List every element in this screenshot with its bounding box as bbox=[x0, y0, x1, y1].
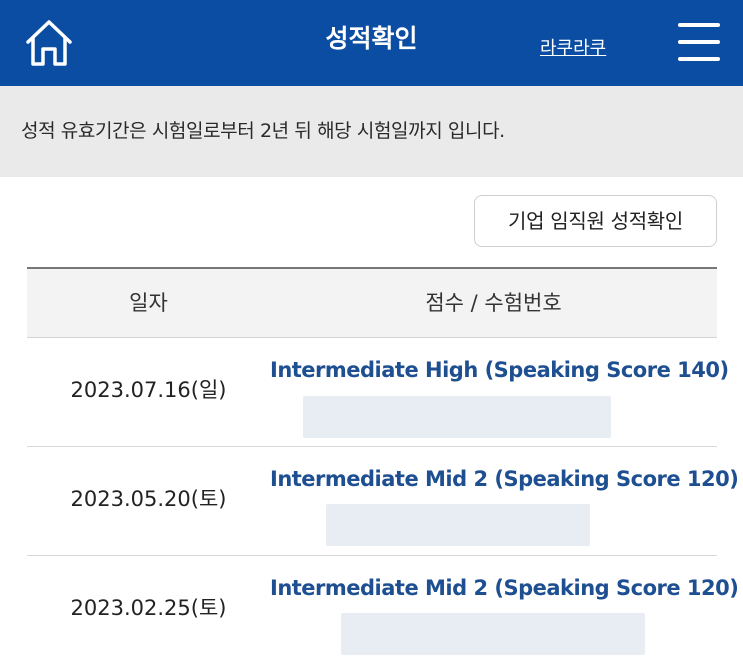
table-row: 2023.02.25(토) Intermediate Mid 2 (Speaki… bbox=[27, 556, 739, 659]
table-header: 일자 점수 / 수험번호 bbox=[27, 267, 717, 338]
redacted-test-number bbox=[326, 504, 590, 546]
redacted-test-number bbox=[341, 613, 645, 655]
test-date: 2023.07.16(일) bbox=[70, 378, 227, 402]
menu-line bbox=[678, 57, 720, 61]
top-app-bar: 성적확인 라쿠라쿠 bbox=[0, 0, 743, 86]
redacted-test-number bbox=[303, 396, 611, 438]
table-row: 2023.07.16(일) Intermediate High (Speakin… bbox=[27, 338, 729, 447]
corporate-score-check-button[interactable]: 기업 임직원 성적확인 bbox=[474, 195, 717, 247]
page-title: 성적확인 bbox=[325, 24, 418, 53]
column-header-score: 점수 / 수험번호 bbox=[425, 291, 562, 315]
hamburger-menu-icon[interactable] bbox=[678, 23, 720, 61]
validity-notice: 성적 유효기간은 시험일로부터 2년 뒤 해당 시험일까지 입니다. bbox=[0, 86, 743, 177]
home-button[interactable] bbox=[22, 18, 76, 68]
score-table: 일자 점수 / 수험번호 2023.07.16(일) Intermediate … bbox=[27, 267, 739, 659]
menu-line bbox=[678, 40, 720, 44]
menu-line bbox=[678, 23, 720, 27]
table-row: 2023.05.20(토) Intermediate Mid 2 (Speaki… bbox=[27, 447, 739, 556]
score-link[interactable]: Intermediate Mid 2 (Speaking Score 120) bbox=[270, 576, 739, 600]
test-date: 2023.05.20(토) bbox=[70, 487, 227, 511]
score-link[interactable]: Intermediate Mid 2 (Speaking Score 120) bbox=[270, 467, 739, 491]
score-link[interactable]: Intermediate High (Speaking Score 140) bbox=[270, 358, 729, 382]
home-icon bbox=[26, 20, 72, 66]
user-name-link[interactable]: 라쿠라쿠 bbox=[540, 34, 606, 60]
test-date: 2023.02.25(토) bbox=[70, 596, 227, 620]
column-header-date: 일자 bbox=[129, 291, 168, 315]
